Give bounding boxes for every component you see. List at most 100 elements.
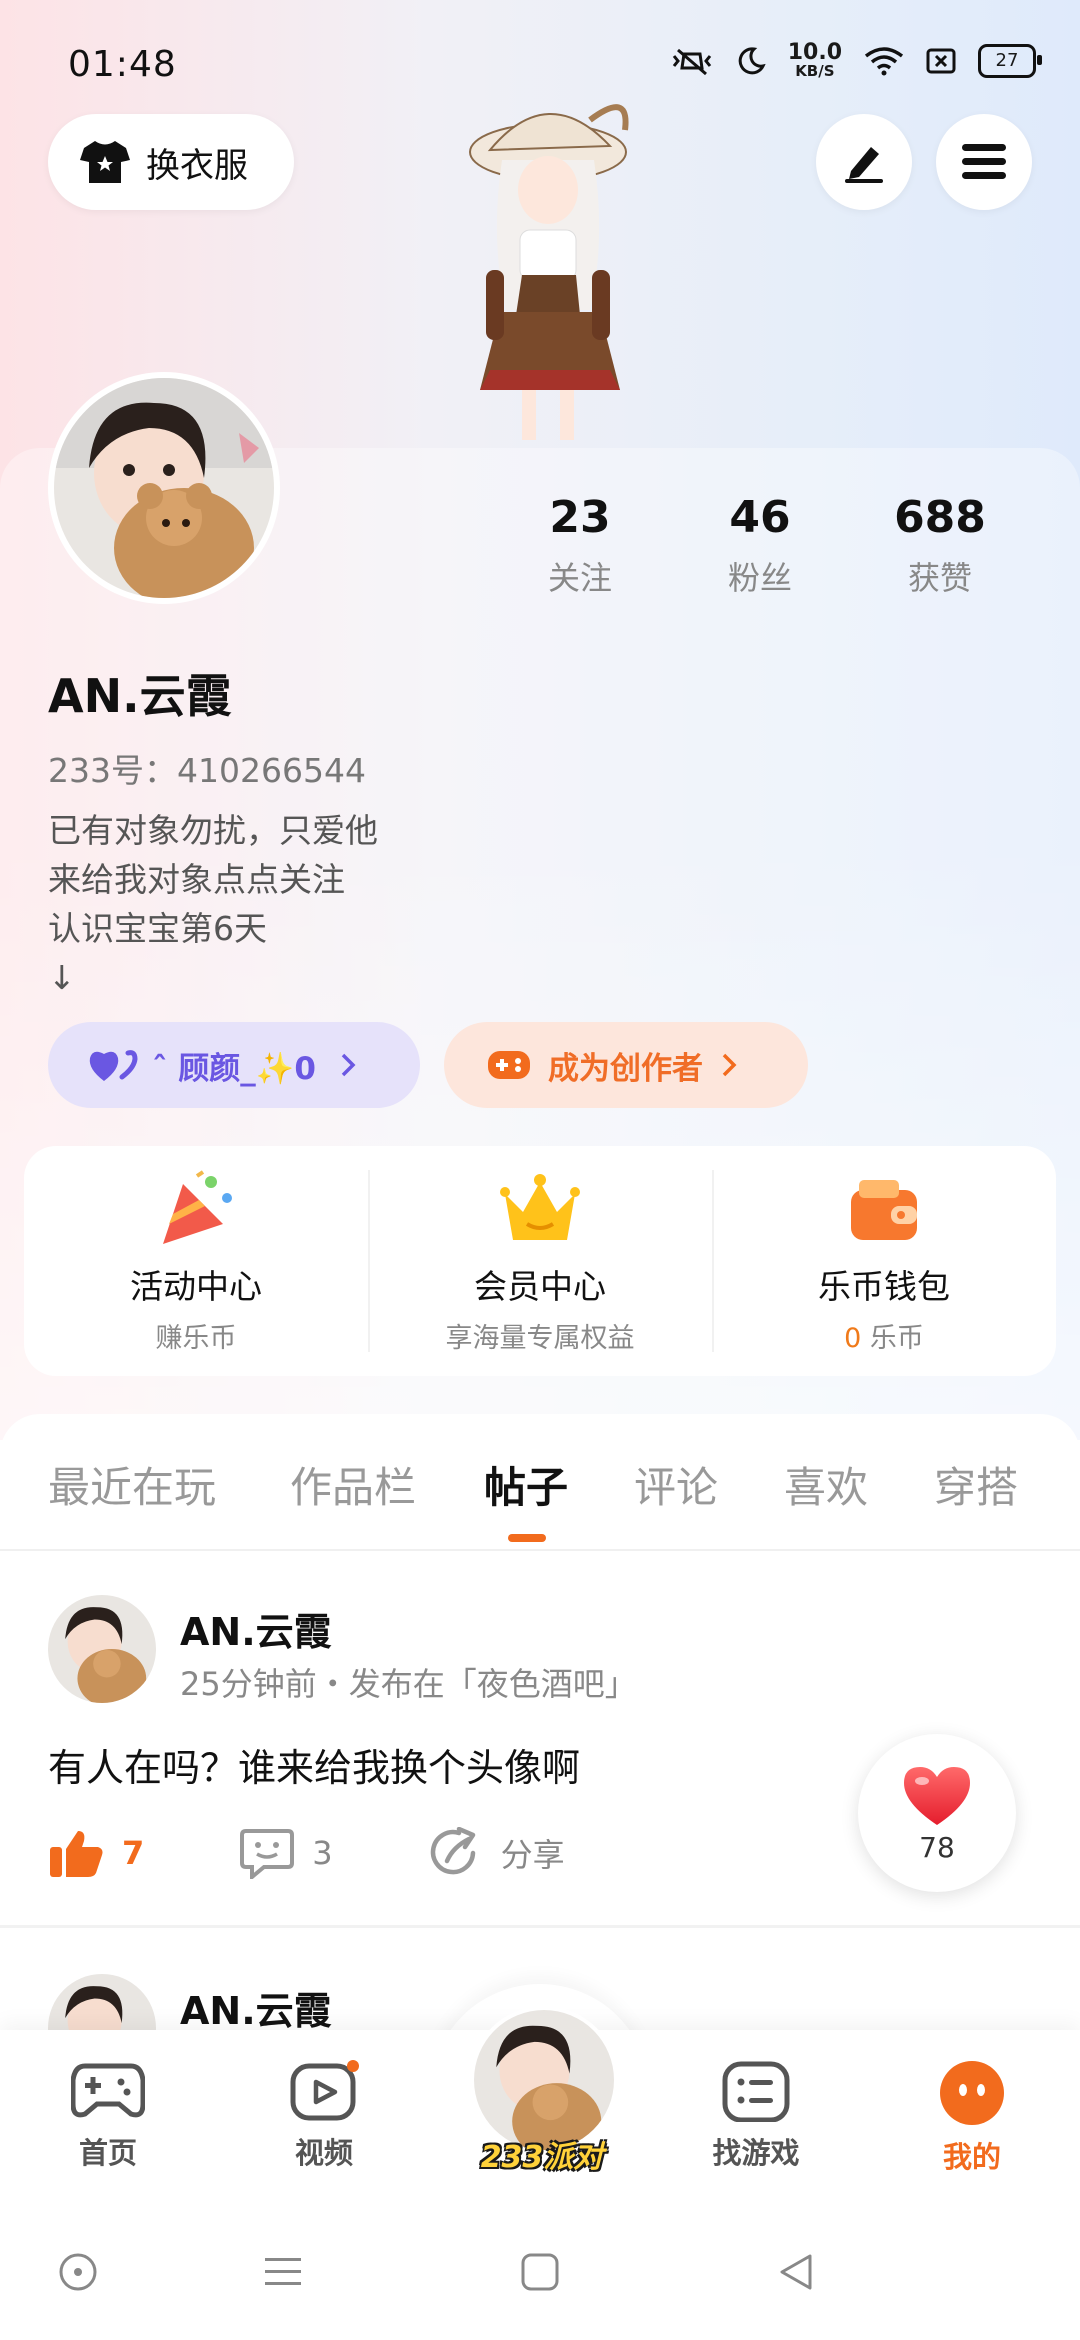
double-heart-icon [89, 1050, 138, 1081]
heart-icon [904, 1766, 970, 1825]
tab-comments[interactable]: 评论 [634, 1454, 718, 1515]
mute-vibrate-icon [672, 48, 711, 75]
post-meta: 25分钟前・发布在「夜色酒吧」 [180, 1665, 637, 1703]
net-speed-value: 10.0 [787, 40, 842, 65]
share-button[interactable]: 分享 [429, 1827, 565, 1879]
tab-recently-played[interactable]: 最近在玩 [48, 1454, 216, 1515]
wallet-unit: 乐币 [861, 1323, 924, 1354]
stat-likes-count: 688 [894, 492, 986, 543]
activity-center-title: 活动中心 [130, 1267, 262, 1306]
nav-home[interactable]: 首页 [38, 2060, 178, 2172]
share-label: 分享 [500, 1836, 565, 1874]
edit-pen-icon [845, 147, 883, 183]
share-icon [430, 1827, 475, 1875]
list-icon [722, 2061, 790, 2122]
menu-icon [962, 144, 1006, 179]
nav-home-label: 首页 [78, 2136, 137, 2170]
wallet-balance: 0 [844, 1323, 862, 1354]
become-creator-label: 成为创作者 [548, 1050, 703, 1087]
post-author-name[interactable]: AN.云霞 [180, 1601, 332, 1656]
tab-outfits[interactable]: 穿搭 [934, 1454, 1018, 1515]
stat-following-label: 关注 [547, 559, 612, 597]
comment-count: 3 [312, 1834, 333, 1872]
status-time: 01:48 [68, 44, 177, 85]
quick-actions-card: 活动中心 赚乐币 会员中心 享海量专属权益 乐币钱包 0 乐币 [24, 1146, 1056, 1376]
shirt-icon [80, 141, 130, 183]
nav-find-games-label: 找游戏 [712, 2136, 800, 2170]
profile-avatar[interactable] [48, 372, 280, 604]
vip-center-title: 会员中心 [474, 1267, 606, 1306]
profile-username: AN.云霞 [48, 669, 232, 723]
wallet-entry[interactable]: 乐币钱包 0 乐币 [712, 1146, 1056, 1376]
stat-likes-label: 获赞 [907, 559, 972, 597]
stat-followers-count: 46 [729, 492, 791, 543]
post-author-avatar[interactable] [48, 1595, 156, 1703]
nav-find-games[interactable]: 找游戏 [686, 2060, 826, 2172]
partner-pill-button[interactable]: ˆ 顾颜_✨0 [48, 1022, 420, 1108]
change-outfit-label: 换衣服 [146, 145, 248, 186]
network-speed: 10.0 KB/S [788, 42, 842, 79]
tab-works[interactable]: 作品栏 [290, 1454, 416, 1515]
stat-followers[interactable]: 46 粉丝 [670, 492, 850, 599]
wallet-icon [851, 1180, 917, 1240]
post-author-name[interactable]: AN.云霞 [180, 1980, 332, 2035]
home-square-icon[interactable] [520, 2252, 560, 2292]
gamepad-icon [488, 1051, 530, 1079]
bio-line: ↓ [48, 958, 76, 997]
edit-profile-button[interactable] [816, 114, 912, 210]
menu-button[interactable] [936, 114, 1032, 210]
recent-apps-icon[interactable] [262, 2252, 304, 2292]
party-popper-icon [163, 1170, 232, 1244]
thumbs-up-icon [50, 1831, 103, 1877]
stat-following-count: 23 [549, 492, 611, 543]
profile-stats: 23 关注 46 粉丝 688 获赞 [490, 492, 1030, 599]
stat-likes[interactable]: 688 获赞 [850, 492, 1030, 599]
like-count: 7 [122, 1834, 145, 1872]
stat-followers-label: 粉丝 [727, 559, 792, 597]
like-button[interactable]: 7 [48, 1827, 144, 1879]
status-icons: 10.0 KB/S 27 [670, 42, 1042, 79]
vip-center-subtitle: 享海量专属权益 [445, 1323, 635, 1354]
wallet-subtitle: 0 乐币 [844, 1316, 924, 1355]
stat-following[interactable]: 23 关注 [490, 492, 670, 599]
chevron-right-icon [722, 1053, 737, 1077]
video-play-icon [290, 2060, 359, 2121]
tab-likes[interactable]: 喜欢 [784, 1454, 868, 1515]
floating-heart-button[interactable]: 78 [858, 1734, 1016, 1892]
become-creator-button[interactable]: 成为创作者 [444, 1022, 808, 1108]
active-tab-indicator [508, 1534, 546, 1542]
tab-posts[interactable]: 帖子 [484, 1454, 568, 1515]
wifi-icon [864, 46, 904, 75]
mine-face-icon [940, 2061, 1004, 2125]
nav-party-label[interactable]: 233派对 [470, 2132, 614, 2176]
content-tabs: 最近在玩 作品栏 帖子 评论 喜欢 穿搭 [0, 1414, 1080, 1551]
bio-line: 已有对象勿扰，只爱他 [48, 811, 378, 850]
bio-line: 来给我对象点点关注 [48, 860, 345, 899]
activity-center-entry[interactable]: 活动中心 赚乐币 [24, 1146, 368, 1376]
comment-icon [240, 1829, 295, 1879]
assistant-circle-icon[interactable] [58, 2252, 98, 2292]
net-speed-unit: KB/S [795, 62, 835, 80]
moon-icon [738, 46, 766, 74]
nav-video-label: 视频 [294, 2136, 353, 2170]
avatar-figure-image[interactable] [430, 90, 660, 450]
change-outfit-button[interactable]: 换衣服 [48, 114, 294, 210]
profile-user-id[interactable]: 233号：410266544 [48, 744, 366, 792]
profile-photo [54, 378, 274, 598]
profile-bio: 已有对象勿扰，只爱他 来给我对象点点关注 认识宝宝第6天 ↓ [48, 806, 378, 1002]
system-navigation-bar [0, 2200, 1080, 2340]
battery-indicator: 27 [978, 43, 1042, 78]
comment-button[interactable]: 3 [240, 1827, 333, 1879]
post-author-photo [48, 1595, 156, 1703]
nav-mine[interactable]: 我的 [902, 2060, 1042, 2176]
no-sim-icon [926, 48, 956, 73]
party-avatar-photo [474, 2010, 614, 2150]
back-triangle-icon[interactable] [776, 2252, 816, 2292]
vip-center-entry[interactable]: 会员中心 享海量专属权益 [368, 1146, 712, 1376]
gamepad-icon [71, 2063, 145, 2118]
wallet-title: 乐币钱包 [818, 1267, 950, 1306]
nav-video[interactable]: 视频 [254, 2060, 394, 2172]
chevron-right-icon [341, 1053, 356, 1077]
activity-center-subtitle: 赚乐币 [155, 1323, 237, 1354]
partner-pill-label: ˆ 顾颜_✨0 [152, 1050, 316, 1087]
